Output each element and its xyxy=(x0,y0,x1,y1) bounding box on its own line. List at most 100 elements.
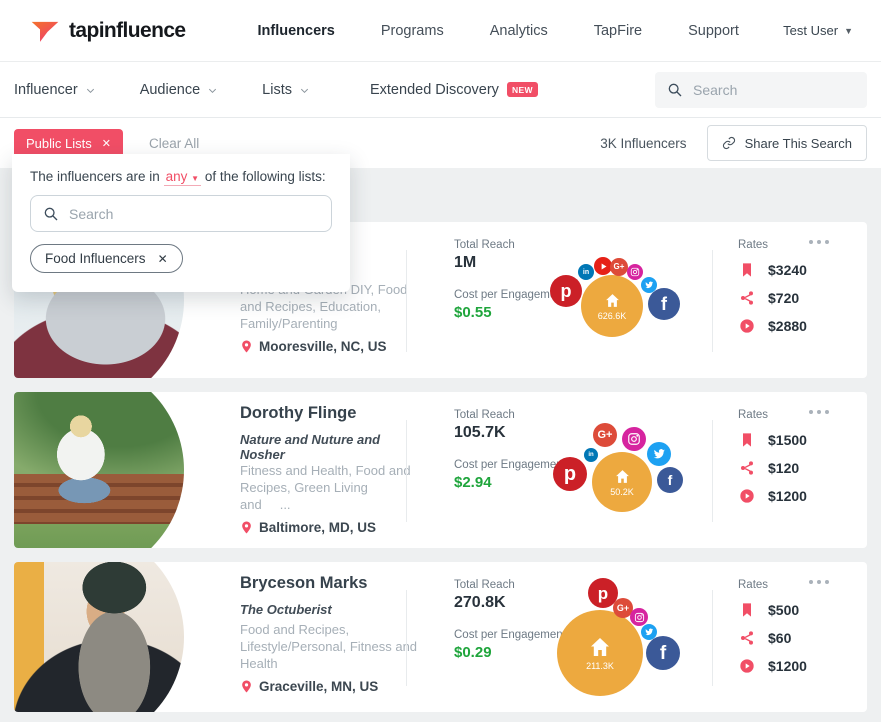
facebook-bubble[interactable]: f xyxy=(646,636,680,670)
search-filter-bar: Influencer Audience Lists Extended Disco… xyxy=(0,62,881,118)
facebook-bubble[interactable]: f xyxy=(648,288,680,320)
chevron-down-icon: ▼ xyxy=(844,26,853,36)
nav-support[interactable]: Support xyxy=(688,23,739,39)
rates-panel: Rates $500 $60 $1200 xyxy=(738,579,807,685)
rate-value: $720 xyxy=(768,290,799,306)
search-icon xyxy=(667,82,683,98)
nav-programs[interactable]: Programs xyxy=(381,23,444,39)
remove-filter-icon[interactable]: ✕ xyxy=(102,137,111,150)
lists-search-input[interactable] xyxy=(69,206,319,222)
rate-value: $120 xyxy=(768,460,799,476)
blog-reach-value: 50.2K xyxy=(610,488,634,497)
share-icon xyxy=(739,290,755,306)
card-menu-button[interactable] xyxy=(805,576,833,588)
rate-row: $1200 xyxy=(738,487,807,504)
play-icon xyxy=(739,488,755,504)
rate-row: $60 xyxy=(738,629,807,646)
home-icon xyxy=(614,468,631,485)
rates-label: Rates xyxy=(738,579,807,591)
filter-audience-dropdown[interactable]: Audience xyxy=(140,82,218,98)
popover-sentence: The influencers are in any ▼ of the foll… xyxy=(30,169,332,184)
twitter-icon xyxy=(644,627,654,637)
divider xyxy=(712,590,713,686)
search-input[interactable] xyxy=(693,82,855,98)
play-icon xyxy=(739,318,755,334)
card-menu-button[interactable] xyxy=(805,236,833,248)
filter-influencer-dropdown[interactable]: Influencer xyxy=(14,82,96,98)
pinterest-bubble[interactable]: p xyxy=(553,457,587,491)
nav-tapfire[interactable]: TapFire xyxy=(594,23,642,39)
lists-search-box[interactable] xyxy=(30,195,332,232)
new-badge: NEW xyxy=(507,82,538,97)
filter-lists-dropdown[interactable]: Lists xyxy=(262,82,310,98)
rate-value: $1500 xyxy=(768,432,807,448)
brand-logo[interactable]: tapinfluence xyxy=(30,16,185,46)
home-icon xyxy=(588,635,612,659)
twitter-icon xyxy=(644,280,654,290)
influencer-card: Bryceson Marks The Octuberist Food and R… xyxy=(14,562,867,712)
card-menu-button[interactable] xyxy=(805,406,833,418)
share-this-search-button[interactable]: Share This Search xyxy=(707,125,867,161)
blog-reach-value: 626.6K xyxy=(598,312,627,321)
youtube-icon xyxy=(599,262,608,271)
linkedin-bubble[interactable]: in xyxy=(578,264,594,280)
instagram-bubble[interactable] xyxy=(630,608,648,626)
blog-bubble[interactable]: 50.2K xyxy=(592,452,652,512)
extended-discovery-link[interactable]: Extended Discovery NEW xyxy=(370,82,538,98)
facebook-icon: f xyxy=(661,295,667,313)
rates-panel: Rates $3240$720$2880 xyxy=(738,239,807,345)
rate-row: $120 xyxy=(738,459,807,476)
chevron-down-icon xyxy=(85,85,96,96)
blog-bubble[interactable]: 211.3K xyxy=(557,610,643,696)
rate-row: $1500 xyxy=(738,431,807,448)
instagram-bubble[interactable] xyxy=(622,427,646,451)
linkedin-icon: in xyxy=(583,269,589,276)
search-icon xyxy=(43,206,59,222)
linkedin-icon: in xyxy=(588,452,593,458)
global-search-box[interactable] xyxy=(655,72,867,108)
lists-filter-popover: The influencers are in any ▼ of the foll… xyxy=(12,154,350,292)
rates-label: Rates xyxy=(738,239,807,251)
rate-value: $2880 xyxy=(768,318,807,334)
instagram-bubble[interactable] xyxy=(627,264,643,280)
pinterest-bubble[interactable]: p xyxy=(550,275,582,307)
rate-row: $500 xyxy=(738,601,807,618)
divider xyxy=(712,420,713,522)
clear-all-button[interactable]: Clear All xyxy=(149,136,199,151)
results-count: 3K Influencers xyxy=(600,136,686,151)
rates-panel: Rates $1500 $120 $1200 xyxy=(738,409,807,515)
facebook-icon: f xyxy=(660,644,666,663)
instagram-icon xyxy=(627,432,641,446)
blog-reach-value: 211.3K xyxy=(586,662,614,671)
share-icon xyxy=(739,630,755,646)
pinterest-icon: p xyxy=(598,585,608,602)
facebook-bubble[interactable]: f xyxy=(657,467,683,493)
googleplus-icon: G+ xyxy=(614,263,625,271)
rate-row: $1200 xyxy=(738,657,807,674)
nav-analytics[interactable]: Analytics xyxy=(490,23,548,39)
linkedin-bubble[interactable]: in xyxy=(584,448,598,462)
bookmark-icon xyxy=(739,432,755,448)
influencer-card: Dorothy Flinge Nature and Nuture and Nos… xyxy=(14,392,867,548)
selected-list-chip[interactable]: Food Influencers ✕ xyxy=(30,244,183,273)
bookmark-icon xyxy=(739,262,755,278)
rate-value: $1200 xyxy=(768,658,807,674)
twitter-bubble[interactable] xyxy=(647,442,671,466)
rates-label: Rates xyxy=(738,409,807,421)
tapinfluence-logo-icon xyxy=(30,16,60,46)
gplus-bubble[interactable]: G+ xyxy=(593,423,617,447)
pinterest-icon: p xyxy=(561,282,572,300)
remove-list-icon[interactable]: ✕ xyxy=(158,252,168,266)
gplus-bubble[interactable]: G+ xyxy=(610,258,628,276)
instagram-icon xyxy=(634,612,645,623)
blog-bubble[interactable]: 626.6K xyxy=(581,275,643,337)
rate-value: $500 xyxy=(768,602,799,618)
home-icon xyxy=(604,292,621,309)
bookmark-icon xyxy=(739,602,755,618)
nav-influencers[interactable]: Influencers xyxy=(257,23,334,39)
share-icon xyxy=(739,460,755,476)
caret-down-icon: ▼ xyxy=(191,174,199,183)
main-nav: Influencers Programs Analytics TapFire S… xyxy=(257,23,738,39)
user-menu[interactable]: Test User ▼ xyxy=(783,23,853,38)
any-all-selector[interactable]: any ▼ xyxy=(164,169,201,186)
